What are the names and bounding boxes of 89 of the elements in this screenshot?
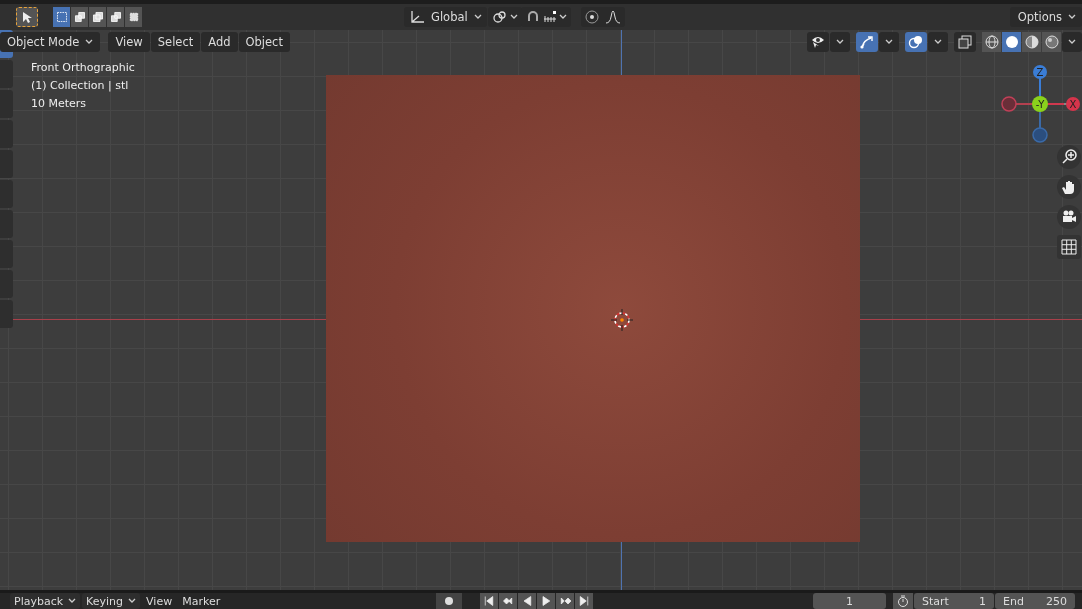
menu-item[interactable]: Object <box>238 32 290 52</box>
pivot-dropdown[interactable] <box>488 7 522 27</box>
end-frame-field[interactable]: End 250 <box>995 593 1075 609</box>
playback-icon <box>559 595 571 607</box>
shading-button[interactable] <box>1022 32 1041 52</box>
selection-mode-button[interactable] <box>107 7 124 27</box>
3d-cursor-icon <box>611 309 633 331</box>
caret-icon <box>885 39 893 45</box>
orientation-dropdown[interactable]: Global <box>404 7 487 27</box>
viewport-info-text: (1) Collection | stl <box>31 78 130 93</box>
menu-item[interactable]: Add <box>201 32 238 52</box>
playback-button[interactable] <box>518 593 536 609</box>
selection-mode-icon <box>90 10 105 24</box>
current-frame-field[interactable]: 1 <box>813 593 886 609</box>
linked-rings-icon <box>492 10 508 24</box>
selection-mode-button[interactable] <box>71 7 88 27</box>
overlay-circles-icon <box>908 34 924 50</box>
hand-pan-icon[interactable] <box>1057 175 1081 199</box>
proportional-edit-toggle[interactable] <box>581 7 625 27</box>
selection-mode-icon <box>72 10 87 24</box>
viewport-toggle[interactable] <box>807 32 829 52</box>
playback-icon <box>502 595 514 607</box>
playback-button[interactable] <box>537 593 555 609</box>
zoom-icon[interactable] <box>1057 145 1081 169</box>
playback-icon <box>483 595 495 607</box>
increment-icon <box>543 11 557 23</box>
navigation-gizmo[interactable]: X Z -Y <box>998 62 1082 146</box>
caret-icon <box>128 598 137 604</box>
selection-mode-button[interactable] <box>89 7 106 27</box>
solid-sphere-icon <box>1004 35 1019 49</box>
eye-pointer-icon <box>810 35 826 49</box>
material-sphere-icon <box>1024 35 1039 49</box>
playback-button[interactable] <box>575 593 593 609</box>
selection-mode-icon <box>108 10 123 24</box>
menu-item[interactable]: View <box>108 32 150 52</box>
selection-mode-icon <box>54 10 69 24</box>
stopwatch-button[interactable] <box>893 593 913 609</box>
wireframe-sphere-icon <box>984 35 999 49</box>
select-tool-button[interactable] <box>16 7 38 27</box>
caret-icon <box>1068 39 1076 45</box>
timeline-menu[interactable]: View <box>142 593 177 609</box>
timeline-menu[interactable]: Playback <box>10 593 81 609</box>
axes-icon <box>409 10 425 24</box>
selection-mode-button[interactable] <box>125 7 142 27</box>
xray-squares-icon <box>957 34 973 50</box>
toggle-dropdown[interactable] <box>879 32 899 52</box>
timeline-menu[interactable]: Marker <box>178 593 225 609</box>
shading-button[interactable] <box>1002 32 1021 52</box>
caret-icon <box>934 39 942 45</box>
caret-icon <box>85 39 94 45</box>
viewport-info-text: Front Orthographic <box>31 60 135 75</box>
caret-icon <box>1068 14 1076 20</box>
playback-icon <box>540 595 552 607</box>
playback-icon <box>521 595 533 607</box>
viewport-toggle[interactable] <box>905 32 927 52</box>
caret-icon <box>836 39 844 45</box>
menu-item[interactable]: Select <box>150 32 201 52</box>
caret-icon <box>559 14 567 20</box>
playback-button[interactable] <box>499 593 517 609</box>
shading-button[interactable] <box>982 32 1001 52</box>
caret-icon <box>68 598 77 604</box>
start-frame-field[interactable]: Start 1 <box>914 593 994 609</box>
timeline-menu[interactable]: Keying <box>82 593 141 609</box>
viewport-toggle[interactable] <box>856 32 878 52</box>
gizmo-arrows-icon <box>859 34 875 50</box>
playback-button[interactable] <box>480 593 498 609</box>
caret-icon <box>510 14 518 20</box>
playback-icon <box>578 595 590 607</box>
rendered-sphere-icon <box>1044 35 1059 49</box>
proportional-circle-icon <box>585 10 599 24</box>
shading-dropdown[interactable] <box>1062 32 1082 52</box>
playback-button[interactable] <box>556 593 574 609</box>
toggle-dropdown[interactable] <box>928 32 948 52</box>
falloff-curve-icon <box>605 10 621 24</box>
snap-dropdown[interactable] <box>521 7 571 27</box>
mode-dropdown[interactable]: Object Mode <box>0 32 101 52</box>
caret-icon <box>473 14 482 20</box>
viewport-toggle[interactable] <box>954 32 976 52</box>
grid-icon[interactable] <box>1057 235 1081 259</box>
shading-button[interactable] <box>1042 32 1061 52</box>
stopwatch-icon <box>897 595 909 607</box>
selection-mode-button[interactable] <box>53 7 70 27</box>
keyframe-record-button[interactable] <box>436 593 462 609</box>
toggle-dropdown[interactable] <box>830 32 850 52</box>
record-dot-icon <box>444 596 454 606</box>
viewport-info-text: 10 Meters <box>31 96 88 111</box>
camera-icon[interactable] <box>1057 205 1081 229</box>
options-dropdown[interactable]: Options <box>1009 7 1082 27</box>
cursor-arrow-icon <box>22 11 32 23</box>
